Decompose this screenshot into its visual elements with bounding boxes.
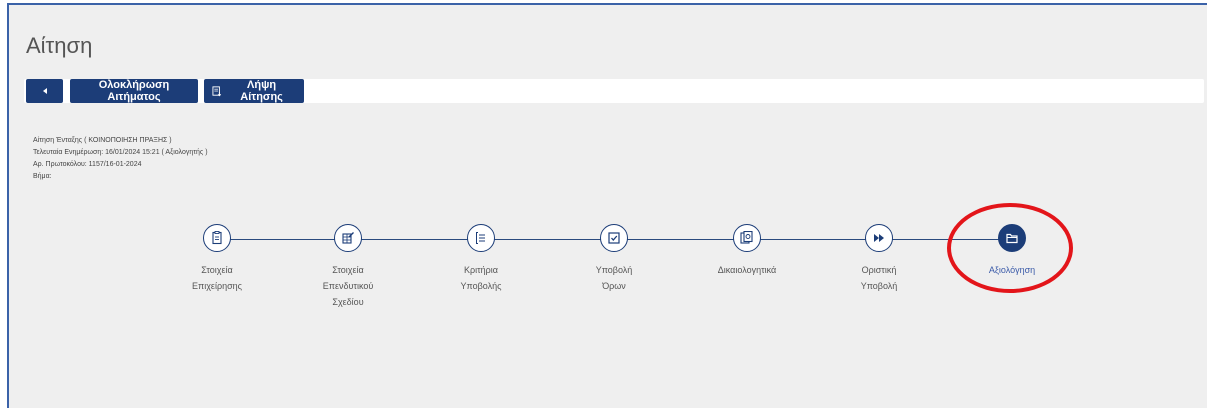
step-label-submission-criteria: Κριτήρια Υποβολής — [460, 265, 502, 291]
checkbox-icon — [608, 232, 620, 244]
step-label-final-submission: Οριστική Υποβολή — [860, 265, 898, 291]
attachment-icon — [740, 231, 753, 244]
document-icon — [212, 231, 222, 245]
step-final-submission[interactable] — [865, 224, 893, 252]
folder-icon — [1006, 233, 1018, 244]
step-terms-submission[interactable] — [600, 224, 628, 252]
fast-forward-icon — [874, 234, 884, 242]
edit-grid-icon — [342, 232, 354, 244]
step-label-business-details: Στοιχεία Επιχείρησης — [192, 265, 242, 291]
step-investment-plan[interactable] — [334, 224, 362, 252]
list-icon — [476, 232, 485, 244]
progress-stepper: Στοιχεία Επιχείρησης Στοιχεία Επενδυτικο… — [0, 0, 1210, 408]
step-label-investment-plan: Στοιχεία Επενδυτικού Σχεδίου — [322, 265, 374, 307]
step-label-documents: Δικαιολογητικά — [717, 265, 777, 275]
step-label-terms-submission: Υποβολή Όρων — [595, 265, 633, 291]
step-label-evaluation: Αξιολόγηση — [988, 265, 1036, 275]
step-business-details[interactable] — [203, 224, 231, 252]
step-evaluation[interactable] — [998, 224, 1026, 252]
step-submission-criteria[interactable] — [467, 224, 495, 252]
step-documents[interactable] — [733, 224, 761, 252]
